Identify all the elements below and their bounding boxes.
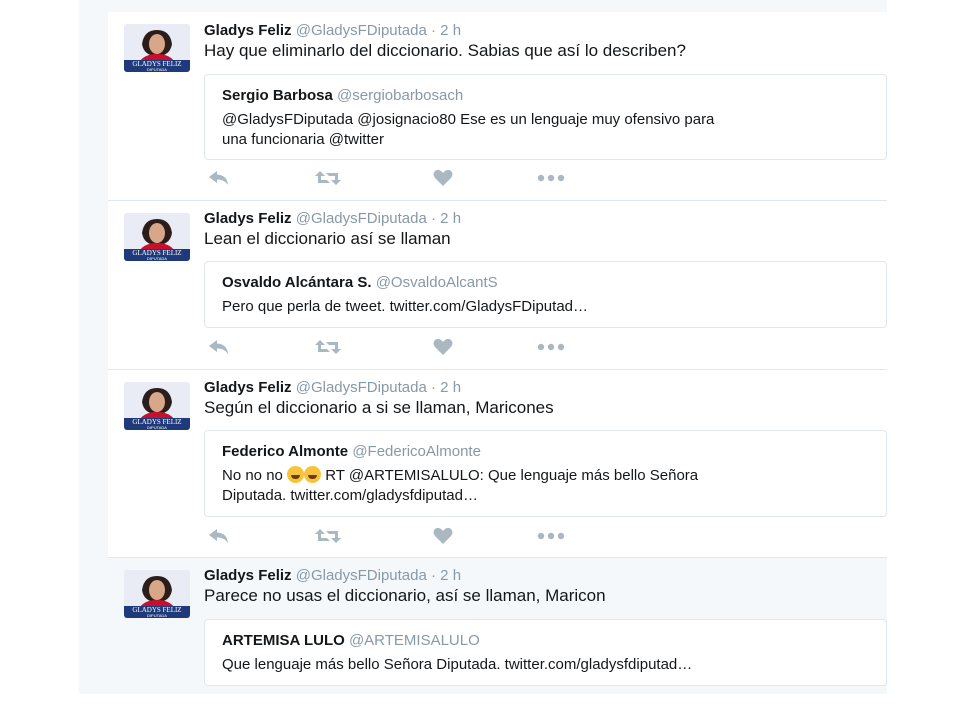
quoted-tweet-text: Pero que perla de tweet. twitter.com/Gla… <box>222 297 872 317</box>
reply-button[interactable] <box>204 168 234 188</box>
tweet-header: Gladys Feliz @GladysFDiputada · 2 h <box>204 210 461 227</box>
quoted-text-line: No no no RT @ARTEMISALULO: Que lenguaje … <box>222 466 872 486</box>
heart-icon <box>433 169 453 186</box>
reply-icon <box>209 340 228 354</box>
reply-icon <box>209 529 228 543</box>
author-handle[interactable]: @GladysFDiputada <box>296 379 427 396</box>
more-icon <box>537 174 565 182</box>
more-icon <box>537 532 565 540</box>
avatar-sub-text: DIPUTADA <box>147 256 167 261</box>
tweet[interactable]: GLADYS FELIZ DIPUTADA Gladys Feliz @Glad… <box>108 558 887 694</box>
quoted-tweet-header: Osvaldo Alcántara S. @OsvaldoAlcantS <box>222 274 498 291</box>
more-button[interactable] <box>536 337 566 357</box>
quoted-tweet-text: No no no RT @ARTEMISALULO: Que lenguaje … <box>222 466 872 506</box>
retweet-icon <box>315 340 341 354</box>
quoted-text-line: una funcionaria @twitter <box>222 131 384 148</box>
quoted-text-line: @GladysFDiputada @josignacio80 Ese es un… <box>222 111 715 128</box>
retweet-icon <box>315 529 341 543</box>
tweet[interactable]: GLADYS FELIZ DIPUTADA Gladys Feliz @Glad… <box>108 201 887 370</box>
reply-icon <box>209 171 228 185</box>
retweet-button[interactable] <box>313 337 343 357</box>
quoted-tweet[interactable]: Federico Almonte @FedericoAlmonte No no … <box>204 430 887 517</box>
quoted-tweet-header: ARTEMISA LULO @ARTEMISALULO <box>222 632 480 649</box>
quoted-author-handle: @ARTEMISALULO <box>348 632 480 649</box>
quoted-author-name: Federico Almonte <box>222 443 349 460</box>
avatar[interactable]: GLADYS FELIZ DIPUTADA <box>124 570 190 618</box>
tweet[interactable]: GLADYS FELIZ DIPUTADA Gladys Feliz @Glad… <box>108 370 887 558</box>
reply-button[interactable] <box>204 526 234 546</box>
tweet-time[interactable]: · 2 h <box>431 22 461 39</box>
quoted-author-name: Osvaldo Alcántara S. <box>222 274 372 291</box>
like-button[interactable] <box>428 337 458 357</box>
quoted-author-name: ARTEMISA LULO <box>222 632 345 649</box>
author-handle[interactable]: @GladysFDiputada <box>296 567 427 584</box>
avatar[interactable]: GLADYS FELIZ DIPUTADA <box>124 213 190 261</box>
quoted-text-line: Que lenguaje más bello Señora Diputada. … <box>222 656 693 673</box>
author-name[interactable]: Gladys Feliz <box>204 210 292 227</box>
quoted-tweet-header: Sergio Barbosa @sergiobarbosach <box>222 87 463 104</box>
tweet-time[interactable]: · 2 h <box>431 210 461 227</box>
face-with-tears-of-joy-icon <box>304 466 322 483</box>
retweet-icon <box>315 171 341 185</box>
timeline: GLADYS FELIZ DIPUTADA Gladys Feliz @Glad… <box>79 0 887 694</box>
tweet-text: Según el diccionario a si se llaman, Mar… <box>204 398 554 417</box>
author-handle[interactable]: @GladysFDiputada <box>296 22 427 39</box>
tweet-time[interactable]: · 2 h <box>431 379 461 396</box>
author-handle[interactable]: @GladysFDiputada <box>296 210 427 227</box>
quoted-tweet[interactable]: ARTEMISA LULO @ARTEMISALULO Que lenguaje… <box>204 619 887 686</box>
tweet[interactable]: GLADYS FELIZ DIPUTADA Gladys Feliz @Glad… <box>108 12 887 201</box>
tweet-text: Parece no usas el diccionario, así se ll… <box>204 586 606 605</box>
avatar[interactable]: GLADYS FELIZ DIPUTADA <box>124 24 190 72</box>
more-button[interactable] <box>536 168 566 188</box>
face-with-tears-of-joy-icon <box>287 466 305 483</box>
tweet-text: Lean el diccionario así se llaman <box>204 229 451 248</box>
heart-icon <box>433 527 453 544</box>
retweet-button[interactable] <box>313 526 343 546</box>
quoted-author-handle: @sergiobarbosach <box>337 87 464 104</box>
avatar[interactable]: GLADYS FELIZ DIPUTADA <box>124 382 190 430</box>
tweet-header: Gladys Feliz @GladysFDiputada · 2 h <box>204 22 461 39</box>
avatar-sub-text: DIPUTADA <box>147 425 167 430</box>
reply-button[interactable] <box>204 337 234 357</box>
quoted-tweet[interactable]: Sergio Barbosa @sergiobarbosach @GladysF… <box>204 74 887 160</box>
retweet-button[interactable] <box>313 168 343 188</box>
more-icon <box>537 343 565 351</box>
avatar-sub-text: DIPUTADA <box>147 613 167 618</box>
quoted-author-handle: @OsvaldoAlcantS <box>375 274 498 291</box>
author-name[interactable]: Gladys Feliz <box>204 22 292 39</box>
quoted-author-handle: @FedericoAlmonte <box>352 443 481 460</box>
quoted-tweet-text: @GladysFDiputada @josignacio80 Ese es un… <box>222 110 872 150</box>
author-name[interactable]: Gladys Feliz <box>204 379 292 396</box>
avatar-sub-text: DIPUTADA <box>147 67 167 72</box>
tweet-text: Hay que eliminarlo del diccionario. Sabi… <box>204 41 686 60</box>
like-button[interactable] <box>428 526 458 546</box>
quoted-text-segment: RT @ARTEMISALULO: Que lenguaje más bello… <box>325 467 699 484</box>
quoted-tweet[interactable]: Osvaldo Alcántara S. @OsvaldoAlcantS Per… <box>204 261 887 328</box>
like-button[interactable] <box>428 168 458 188</box>
quoted-author-name: Sergio Barbosa <box>222 87 333 104</box>
author-name[interactable]: Gladys Feliz <box>204 567 292 584</box>
quoted-text-segment: No no no <box>222 467 283 484</box>
quoted-tweet-header: Federico Almonte @FedericoAlmonte <box>222 443 481 460</box>
quoted-text-line: Pero que perla de tweet. twitter.com/Gla… <box>222 298 589 315</box>
quoted-text-line: Diputada. twitter.com/gladysfdiputad… <box>222 487 478 504</box>
heart-icon <box>433 338 453 355</box>
more-button[interactable] <box>536 526 566 546</box>
tweet-header: Gladys Feliz @GladysFDiputada · 2 h <box>204 567 461 584</box>
tweet-header: Gladys Feliz @GladysFDiputada · 2 h <box>204 379 461 396</box>
quoted-tweet-text: Que lenguaje más bello Señora Diputada. … <box>222 655 872 675</box>
tweet-time[interactable]: · 2 h <box>431 567 461 584</box>
